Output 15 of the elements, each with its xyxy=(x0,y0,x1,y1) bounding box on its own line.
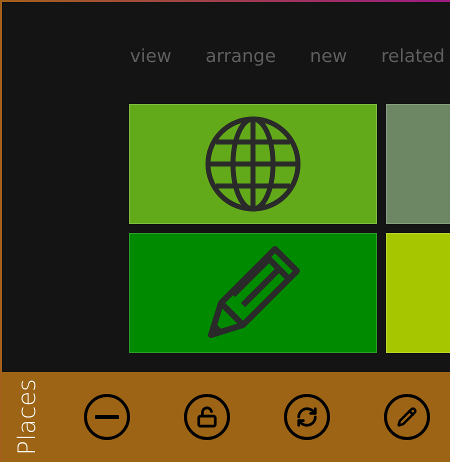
tile[interactable] xyxy=(129,104,377,224)
minus-icon xyxy=(95,415,119,419)
menu-item[interactable]: view xyxy=(130,46,172,62)
unlock-icon xyxy=(196,406,218,428)
remove-button[interactable] xyxy=(84,394,130,440)
sync-button[interactable] xyxy=(284,394,330,440)
unlock-button[interactable] xyxy=(184,394,230,440)
refresh-icon xyxy=(296,406,318,428)
app-bar-title: Places xyxy=(13,378,41,456)
edit-button[interactable] xyxy=(384,394,430,440)
menu-item[interactable]: new xyxy=(310,46,348,62)
pencil-icon xyxy=(397,407,417,427)
tile[interactable] xyxy=(129,233,377,353)
globe-icon xyxy=(204,115,302,213)
menu-item[interactable]: related xyxy=(381,46,445,62)
